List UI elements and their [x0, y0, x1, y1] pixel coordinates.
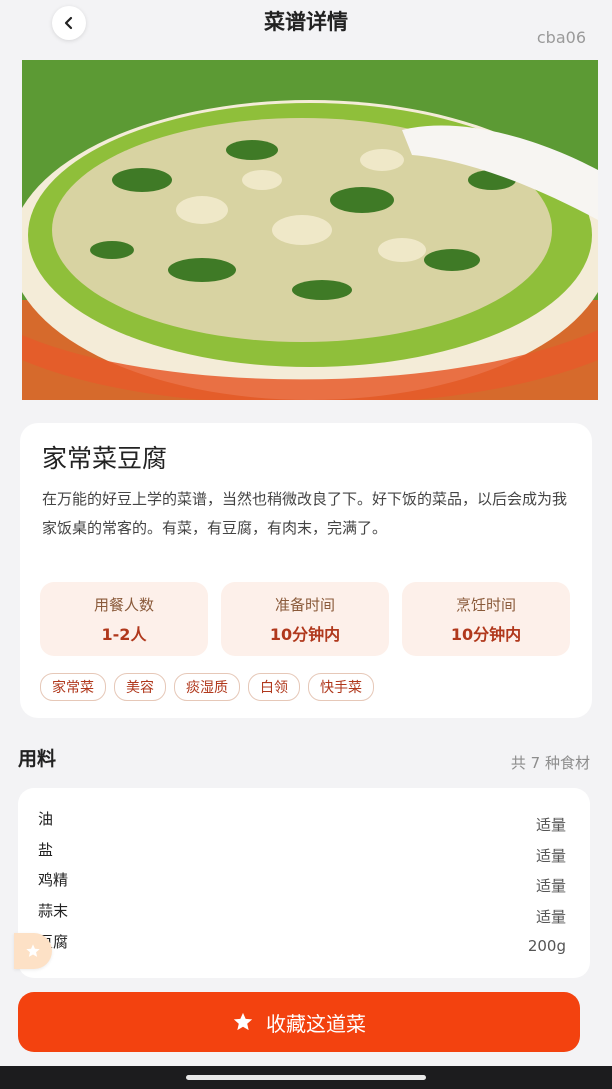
- recipe-name: 家常菜豆腐: [42, 444, 168, 473]
- ingredients-list: 油 适量 盐 适量 鸡精 适量 蒜末 适量 豆腐 200g: [18, 788, 590, 978]
- tag-chip[interactable]: 家常菜: [40, 673, 106, 701]
- star-badge-icon: [26, 944, 40, 957]
- collect-button-label: 收藏这道菜: [266, 1011, 366, 1036]
- ingredient-row: 鸡精 适量: [38, 869, 566, 897]
- tag-chip[interactable]: 美容: [114, 673, 166, 701]
- ingredient-name: 蒜末: [38, 902, 69, 920]
- ingredient-name: 鸡精: [38, 871, 69, 889]
- recipe-description: 在万能的好豆上学的菜谱，当然也稍微改良了下。好下饭的菜品，以后会成为我家饭桌的常…: [42, 490, 568, 537]
- page-title: 菜谱详情: [264, 10, 348, 34]
- recipe-info-card: 家常菜豆腐 在万能的好豆上学的菜谱，当然也稍微改良了下。好下饭的菜品，以后会成为…: [20, 423, 592, 718]
- ingredient-row: 豆腐 200g: [38, 931, 566, 959]
- ingredient-qty: 适量: [535, 908, 566, 926]
- stat-prep-time: 准备时间 10分钟内: [221, 582, 389, 656]
- ingredient-qty: 适量: [535, 847, 566, 865]
- stat-label: 用餐人数: [93, 596, 154, 614]
- recipe-photo: [22, 60, 598, 400]
- stat-cook-time: 烹饪时间 10分钟内: [402, 582, 570, 656]
- ingredients-count: 共 7 种食材: [510, 754, 590, 772]
- ingredient-name: 盐: [38, 841, 54, 859]
- tag-list: 家常菜 美容 痰湿质 白领 快手菜: [40, 673, 374, 701]
- ingredient-row: 蒜末 适量: [38, 900, 566, 928]
- stat-label: 烹饪时间: [455, 596, 516, 614]
- ingredient-qty: 适量: [535, 877, 566, 895]
- collect-recipe-button[interactable]: 收藏这道菜: [18, 992, 580, 1052]
- floating-shortcut-button[interactable]: [14, 933, 52, 969]
- tag-chip[interactable]: 痰湿质: [174, 673, 240, 701]
- stat-value: 10分钟内: [269, 625, 341, 644]
- home-indicator[interactable]: [186, 1075, 426, 1080]
- stat-value: 10分钟内: [450, 625, 522, 644]
- tag-chip[interactable]: 白领: [248, 673, 300, 701]
- ingredients-title: 用料: [18, 748, 57, 770]
- stat-label: 准备时间: [274, 596, 335, 614]
- stat-servings: 用餐人数 1-2人: [40, 582, 208, 656]
- star-icon: [233, 1012, 253, 1031]
- ingredient-row: 盐 适量: [38, 839, 566, 867]
- ingredient-qty: 200g: [527, 937, 566, 955]
- ingredient-qty: 适量: [535, 816, 566, 834]
- stat-value: 1-2人: [101, 625, 147, 644]
- user-id-label: cba06: [536, 28, 586, 47]
- tag-chip[interactable]: 快手菜: [308, 673, 374, 701]
- top-bar: 菜谱详情 cba06: [0, 0, 612, 56]
- ingredient-name: 油: [38, 810, 54, 828]
- ingredient-row: 油 适量: [38, 808, 566, 836]
